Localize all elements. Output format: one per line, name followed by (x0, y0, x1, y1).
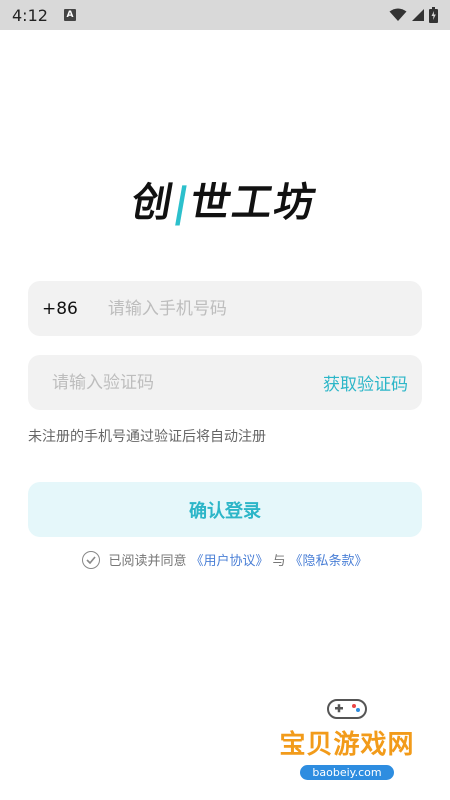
phone-input[interactable] (107, 298, 408, 319)
logo-text-2: 世工坊 (186, 180, 321, 226)
status-icons (389, 7, 438, 23)
login-button[interactable]: 确认登录 (28, 482, 422, 537)
auto-register-hint: 未注册的手机号通过验证后将自动注册 (28, 429, 266, 445)
gamepad-icon (327, 699, 367, 719)
watermark-url: baobeiy.com (300, 765, 394, 780)
agreement-conjunction: 与 (272, 554, 286, 569)
phone-field: +86 (28, 281, 422, 336)
wifi-icon (389, 8, 407, 21)
check-icon (86, 555, 97, 564)
user-agreement-link[interactable]: 《用户协议》 (190, 550, 268, 569)
watermark: 宝贝游戏网 baobeiy.com (272, 694, 422, 780)
get-code-button[interactable]: 获取验证码 (323, 370, 408, 395)
status-bar: 4:12 A (0, 0, 450, 30)
privacy-policy-link[interactable]: 《隐私条款》 (290, 550, 368, 569)
signal-icon (412, 9, 424, 21)
country-code[interactable]: +86 (42, 299, 78, 319)
code-field: 获取验证码 (28, 355, 422, 410)
battery-icon (429, 7, 438, 23)
agreement-row: 已阅读并同意 《用户协议》 与 《隐私条款》 (0, 550, 450, 569)
status-time: 4:12 (12, 5, 48, 25)
accessibility-icon: A (63, 9, 76, 21)
code-input[interactable] (42, 372, 323, 393)
agreement-prefix: 已阅读并同意 (108, 554, 187, 569)
app-logo: 创|世工坊 (0, 170, 450, 228)
watermark-title: 宝贝游戏网 (279, 730, 415, 760)
agree-checkbox[interactable] (82, 550, 101, 569)
